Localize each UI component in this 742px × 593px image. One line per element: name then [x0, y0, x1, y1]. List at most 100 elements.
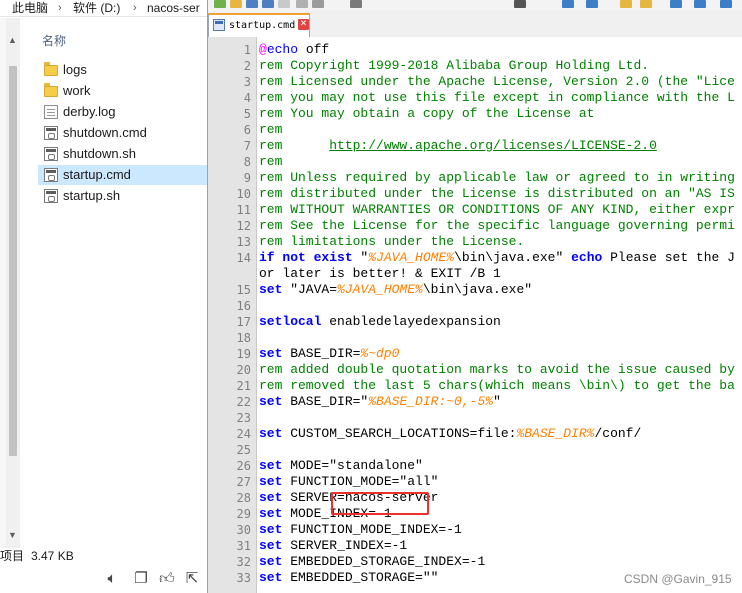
folder-icon — [44, 83, 58, 97]
status-selected-size: 3.47 KB — [31, 549, 74, 563]
new-file-icon[interactable] — [214, 0, 226, 8]
annotation-highlight-box — [331, 492, 429, 515]
code-token: @ — [259, 42, 267, 57]
copy-icon[interactable]: ❐ — [132, 569, 150, 587]
file-name: startup.sh — [63, 188, 121, 203]
code-token: if not exist — [259, 250, 353, 265]
file-item-logs[interactable]: logs — [38, 60, 207, 80]
sync-scroll-icon[interactable] — [620, 0, 632, 8]
code-line: rem See the License for the specific lan… — [259, 218, 735, 234]
code-token: rem you may not use this file except in … — [259, 90, 735, 105]
line-number: 15 — [236, 283, 251, 297]
print-icon[interactable] — [312, 0, 324, 8]
code-line: rem http://www.apache.org/licenses/LICEN… — [259, 138, 657, 154]
code-token: set — [259, 394, 283, 409]
thumbs-up-icon[interactable]: 👍︎ — [158, 569, 176, 587]
zoom-in-icon[interactable] — [562, 0, 574, 8]
code-token: FUNCTION_MODE="all" — [282, 474, 439, 489]
code-token: %BASE_DIR% — [516, 426, 595, 441]
file-item-shutdown-sh[interactable]: shutdown.sh — [38, 144, 207, 164]
code-line: rem — [259, 122, 282, 138]
code-token: EMBEDDED_STORAGE_INDEX=-1 — [282, 554, 486, 569]
scrollbar-thumb[interactable] — [9, 66, 17, 456]
code-line: if not exist "%JAVA_HOME%\bin\java.exe" … — [259, 250, 735, 266]
document-map-icon[interactable] — [720, 0, 732, 8]
line-number: 11 — [236, 203, 251, 217]
line-number: 16 — [236, 299, 251, 313]
print-icon[interactable] — [350, 0, 362, 8]
code-token: set — [259, 506, 283, 521]
line-number: 2 — [243, 59, 251, 73]
scroll-up-arrow-icon[interactable]: ▲ — [8, 36, 17, 45]
code-line: setlocal enabledelayedexpansion — [259, 314, 501, 330]
status-item-count: 项目 — [0, 549, 25, 563]
breadcrumb-nacos-server[interactable]: nacos-ser — [147, 0, 200, 16]
code-token: rem Unless required by applicable law or… — [259, 170, 735, 185]
line-number: 22 — [236, 395, 251, 409]
word-wrap-icon[interactable] — [640, 0, 652, 8]
code-line: rem you may not use this file except in … — [259, 90, 735, 106]
code-token: rem — [259, 154, 283, 169]
breadcrumb-this-pc[interactable]: 此电脑 — [12, 0, 48, 16]
code-token: rem added double quotation marks to avoi… — [259, 362, 735, 377]
line-number: 30 — [236, 523, 251, 537]
close-file-icon[interactable] — [278, 0, 290, 8]
code-token: BASE_DIR= — [282, 346, 361, 361]
file-name: startup.cmd — [63, 167, 131, 182]
file-item-shutdown-cmd[interactable]: shutdown.cmd — [38, 123, 207, 143]
code-editor[interactable]: 1 2 3 4 5 6 7 8 9 10 11 12 13 14 15 16 17 18 19 20 21 22 23 24 2… — [208, 37, 742, 593]
file-item-derby-log[interactable]: derby.log — [38, 102, 207, 122]
line-number: 31 — [236, 539, 251, 553]
line-number: 1 — [243, 43, 251, 57]
code-token: EMBEDDED_STORAGE="" — [282, 570, 439, 585]
indent-guide-icon[interactable] — [670, 0, 682, 8]
line-number: 27 — [236, 475, 251, 489]
code-line: rem Licensed under the Apache License, V… — [259, 74, 735, 90]
code-line: or later is better! & EXIT /B 1 — [259, 266, 501, 282]
all-characters-icon[interactable] — [694, 0, 706, 8]
code-token: set — [259, 282, 283, 297]
save-icon[interactable] — [246, 0, 258, 8]
file-item-startup-cmd[interactable]: startup.cmd — [38, 165, 207, 185]
code-token: enabledelayedexpansion — [321, 314, 501, 329]
code-line: set SERVER_INDEX=-1 — [259, 538, 407, 554]
code-token: http://www.apache.org/licenses/LICENSE-2… — [329, 138, 657, 153]
file-name: shutdown.cmd — [63, 125, 147, 140]
code-token: /conf/ — [594, 426, 642, 441]
code-line: set BASE_DIR="%BASE_DIR:~0,-5%" — [259, 394, 501, 410]
close-tab-icon[interactable]: ✕ — [298, 19, 309, 30]
file-name: derby.log — [63, 104, 116, 119]
code-line: rem distributed under the License is dis… — [259, 186, 735, 202]
file-item-work[interactable]: work — [38, 81, 207, 101]
line-number: 8 — [243, 155, 251, 169]
file-item-startup-sh[interactable]: startup.sh — [38, 186, 207, 206]
editor-tab-bar: startup.cmd ✕ — [208, 11, 742, 37]
open-file-icon[interactable] — [230, 0, 242, 8]
code-line: set CUSTOM_SEARCH_LOCATIONS=file:%BASE_D… — [259, 426, 641, 442]
code-token: set — [259, 346, 283, 361]
code-line: rem Copyright 1999-2018 Alibaba Group Ho… — [259, 58, 649, 74]
zoom-out-icon[interactable] — [586, 0, 598, 8]
line-number: 18 — [236, 331, 251, 345]
code-line: @echo off — [259, 42, 329, 58]
code-token: %BASE_DIR:~0,-5% — [368, 394, 494, 409]
line-number: 21 — [236, 379, 251, 393]
line-number: 23 — [236, 411, 251, 425]
line-number: 14 — [236, 251, 251, 265]
address-bar[interactable]: 此电脑 › 软件 (D:) › nacos-ser — [0, 0, 207, 17]
line-number: 5 — [243, 107, 251, 121]
scroll-down-arrow-icon[interactable]: ▼ — [8, 531, 17, 540]
close-all-icon[interactable] — [296, 0, 308, 8]
tab-label: startup.cmd — [229, 20, 296, 31]
code-token: set — [259, 490, 283, 505]
name-column-header[interactable]: 名称 — [42, 32, 66, 49]
tab-startup-cmd[interactable]: startup.cmd ✕ — [208, 13, 310, 37]
file-name: shutdown.sh — [63, 146, 136, 161]
speaker-icon[interactable]: 🔈︎ — [103, 569, 121, 587]
share-icon[interactable]: ⇱ — [183, 569, 201, 587]
grid-icon[interactable] — [514, 0, 526, 8]
breadcrumb-drive-d[interactable]: 软件 (D:) — [73, 0, 120, 16]
file-explorer-window: 此电脑 › 软件 (D:) › nacos-ser ▲ ▼ 名称 logs wo… — [0, 0, 207, 593]
line-number: 13 — [236, 235, 251, 249]
save-all-icon[interactable] — [262, 0, 274, 8]
